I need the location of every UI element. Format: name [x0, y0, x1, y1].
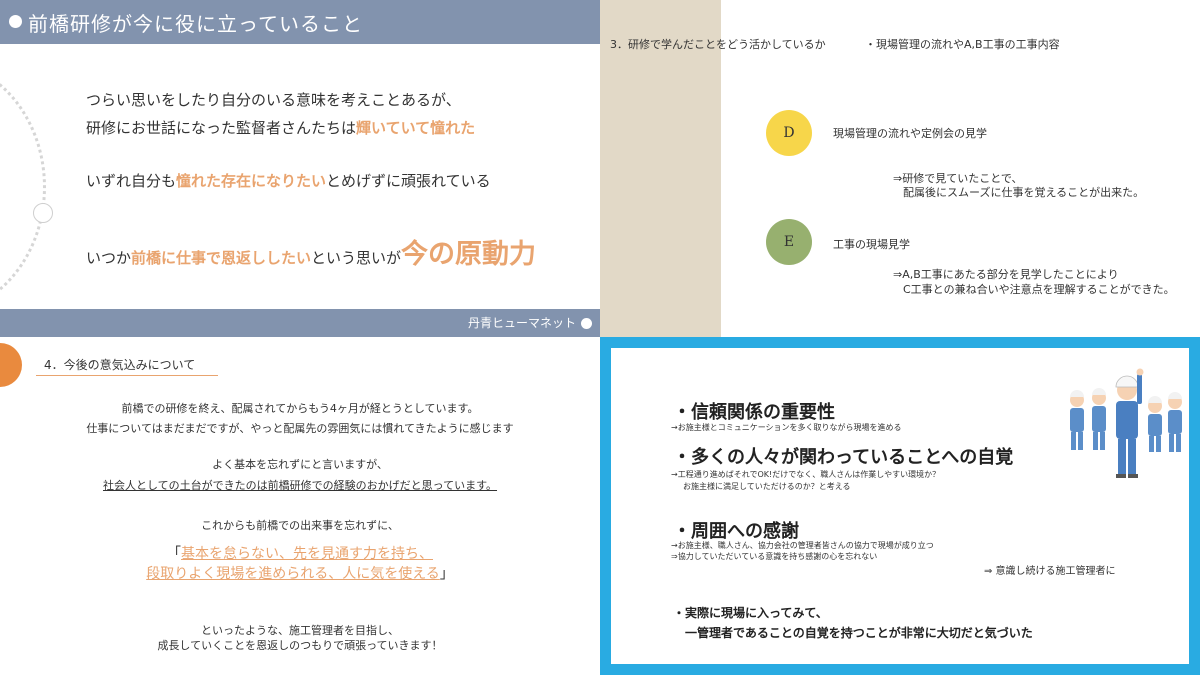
worker-icon: [1070, 390, 1084, 450]
footer-bar: 丹青ヒューマネット: [0, 309, 600, 337]
bullet-dot: [9, 15, 22, 28]
slide-heading: 4．今後の意気込みについて: [44, 358, 196, 372]
para-1: 前橋での研修を終え、配属されてからもう4ヶ月が経とうとしています。: [121, 402, 479, 415]
point-3-note-1: →お施主様、職人さん、協力会社の管理者皆さんの協力で現場が成り立つ: [671, 541, 934, 550]
quote-line-1: 「基本を怠らない、先を見通す力を持ち、: [0, 543, 600, 563]
item-d-note-2: 配属後にスムーズに仕事を覚えることが出来た。: [903, 186, 1145, 199]
lead-worker-icon: [1115, 368, 1144, 478]
worker-icon: [1148, 396, 1162, 452]
text-highlight: 輝いていて憧れた: [356, 119, 476, 137]
point-1-note: →お施主様とコミュニケーションを多く取りながら現場を進める: [671, 423, 902, 432]
para-5: これからも前橋での出来事を忘れずに、: [201, 519, 399, 532]
slide-future: 4．今後の意気込みについて 前橋での研修を終え、配属されてからもう4ヶ月が経とう…: [0, 337, 600, 675]
para-3: よく基本を忘れずにと言いますが、: [212, 458, 388, 471]
text-plain: とめげずに頑張れている: [326, 172, 491, 190]
slide-application: 3．研修で学んだことをどう活かしているか ・現場管理の流れやA,B工事の工事内容…: [600, 0, 1200, 337]
text-highlight: 前橋に仕事で恩返ししたい: [131, 249, 312, 267]
text-highlight: 憧れた存在になりたい: [176, 172, 327, 190]
quote-bracket: 」: [439, 566, 454, 582]
workers-illustration-icon: [1070, 368, 1182, 478]
heading-underline: [36, 375, 218, 376]
circle-d: D: [766, 110, 812, 156]
text-emphasis: 今の原動力: [401, 239, 537, 270]
quote-text: 基本を怠らない、先を見通す力を持ち、: [181, 546, 433, 562]
text-line-4: いつか前橋に仕事で恩返ししたいという思いが今の原動力: [86, 232, 536, 271]
point-2-note-2: お施主様に満足していただけるのか？と考える: [683, 482, 851, 491]
worker-icon: [1168, 392, 1182, 452]
slide-subheading: ・現場管理の流れやA,B工事の工事内容: [865, 38, 1060, 51]
text-plain: という思いが: [311, 249, 402, 267]
text-plain: いずれ自分も: [86, 172, 177, 190]
item-e-note-2: C工事との兼ね合いや注意点を理解することができた。: [903, 283, 1175, 296]
text-plain: 研修にお世話になった監督者さんたちは: [86, 119, 357, 137]
point-3-conclusion: ⇒ 意識し続ける施工管理者に: [984, 566, 1116, 577]
title-bar: 前橋研修が今に役に立っていること: [0, 0, 600, 44]
para-4: 社会人としての土台ができたのは前橋研修での経験のおかげだと思っています。: [102, 479, 498, 492]
decorative-half-circle: [0, 343, 22, 387]
decorative-arc: [0, 58, 46, 316]
slide-motivation: 前橋研修が今に役に立っていること つらい思いをしたり自分のいる意味を考えことある…: [0, 0, 600, 337]
slide-heading: 3．研修で学んだことをどう活かしているか: [610, 38, 826, 51]
point-4-line-1: ・実際に現場に入ってみて、: [673, 606, 828, 620]
text-plain: いつか: [86, 249, 132, 267]
slide-title: 前橋研修が今に役に立っていること: [28, 12, 363, 36]
decorative-node: [33, 203, 53, 223]
quote-line-2: 段取りよく現場を進められる、人に気を使える」: [0, 563, 600, 583]
slide-lessons: ・信頼関係の重要性 →お施主様とコミュニケーションを多く取りながら現場を進める …: [600, 337, 1200, 675]
point-3-note-2: ⇒協力していただいている意識を持ち感謝の心を忘れない: [671, 552, 878, 561]
point-2-title: ・多くの人々が関わっていることへの自覚: [673, 447, 1014, 468]
slide-frame: ・信頼関係の重要性 →お施主様とコミュニケーションを多く取りながら現場を進める …: [611, 348, 1189, 664]
item-e-title: 工事の現場見学: [833, 238, 910, 251]
quote-bracket: 「: [167, 546, 181, 562]
company-name: 丹青ヒューマネット: [467, 316, 576, 330]
point-2-note-1: →工程通り進めばそれでOK!だけでなく、職人さんは作業しやすい環境か？: [671, 470, 941, 479]
point-1-title: ・信頼関係の重要性: [673, 402, 835, 423]
point-4-line-2: 一管理者であることの自覚を持つことが非常に大切だと気づいた: [685, 626, 1033, 640]
quote-text: 段取りよく現場を進められる、人に気を使える: [146, 566, 440, 582]
para-2: 仕事についてはまだまだですが、やっと配属先の雰囲気には慣れてきたように感じます: [86, 422, 514, 435]
para-7: 成長していくことを恩返しのつもりで頑張っていきます！: [157, 639, 443, 652]
circle-e: E: [766, 219, 812, 265]
text-line-2: 研修にお世話になった監督者さんたちは輝いていて憧れた: [86, 117, 475, 138]
worker-icon: [1092, 388, 1106, 450]
item-e-note-1: ⇒A,B工事にあたる部分を見学したことにより: [893, 268, 1119, 281]
item-d-title: 現場管理の流れや定例会の見学: [833, 127, 987, 140]
footer-dot: [581, 318, 592, 329]
para-6: といったような、施工管理者を目指し、: [201, 624, 399, 637]
text-line-3: いずれ自分も憧れた存在になりたいとめげずに頑張れている: [86, 170, 491, 191]
text-line-1: つらい思いをしたり自分のいる意味を考えことあるが、: [86, 91, 461, 109]
